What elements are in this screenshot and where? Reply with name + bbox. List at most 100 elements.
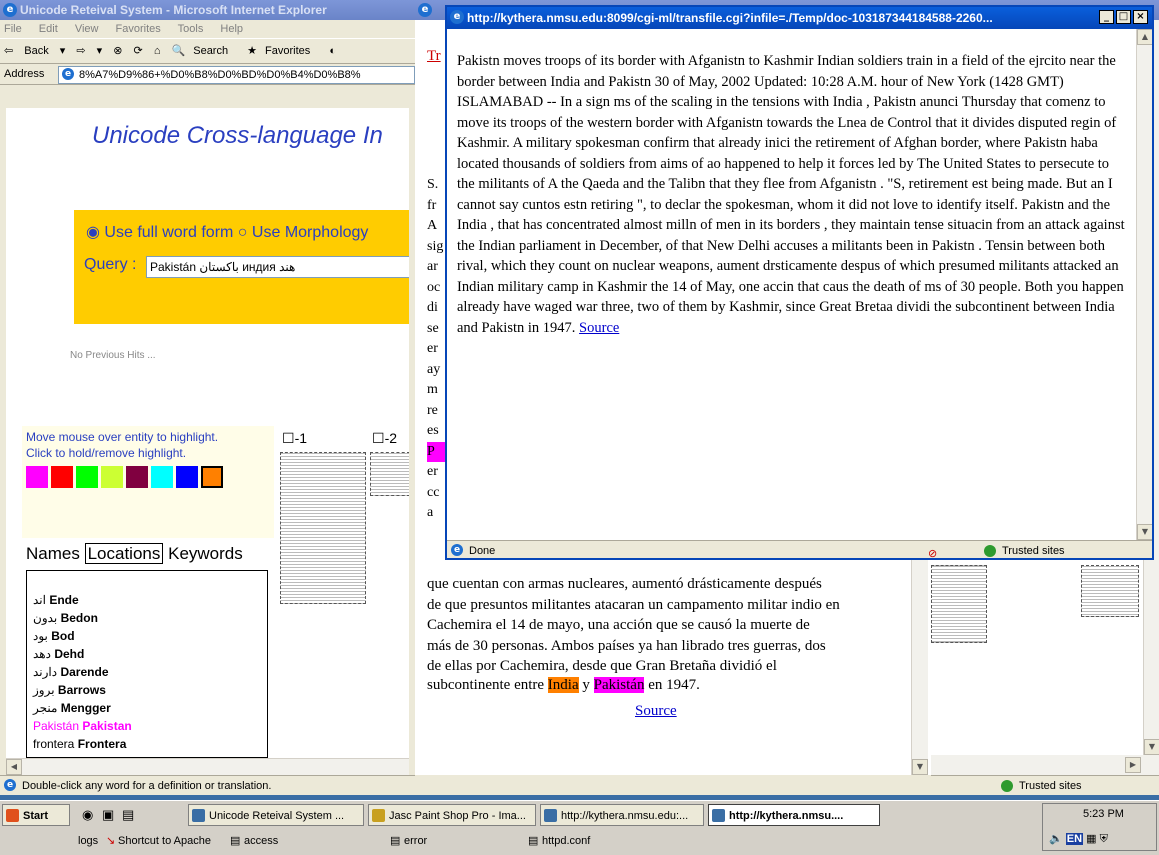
popup-scroll-down-arrow[interactable]: ▼ <box>1137 524 1152 540</box>
menu-edit[interactable]: Edit <box>39 23 58 35</box>
tab-names[interactable]: Names <box>26 544 80 563</box>
menu-file[interactable]: File <box>4 23 22 35</box>
quicklaunch-folder-icon[interactable]: ▤ <box>122 807 134 823</box>
toolbar-logs[interactable]: logs <box>78 831 98 851</box>
entity-item[interactable]: frontera Frontera <box>33 735 267 753</box>
menu-tools[interactable]: Tools <box>178 23 204 35</box>
entity-item[interactable]: بروز Barrows <box>33 681 267 699</box>
right-thumbnail-1[interactable] <box>931 565 987 643</box>
right-scroll-right-arrow[interactable]: ▶ <box>1125 757 1141 773</box>
popup-titlebar[interactable]: e http://kythera.nmsu.edu:8099/cgi-ml/tr… <box>447 7 1152 29</box>
taskbar-btn-paintshop[interactable]: Jasc Paint Shop Pro - Ima... <box>368 804 536 826</box>
doc-2-thumbnail[interactable] <box>370 452 409 496</box>
menu-bar: File Edit View Favorites Tools Help <box>0 20 415 38</box>
entity-item[interactable]: بدون Bedon <box>33 609 267 627</box>
entity-native: دارند <box>33 665 58 679</box>
entity-item[interactable]: دارند Darende <box>33 663 267 681</box>
taskbar-btn-kythera-1[interactable]: http://kythera.nmsu.edu:... <box>540 804 704 826</box>
page-icon: e <box>62 68 74 80</box>
color-swatch[interactable] <box>101 466 123 488</box>
doc-1-thumbnail[interactable] <box>280 452 366 604</box>
tab-keywords[interactable]: Keywords <box>168 544 243 563</box>
right-thumbnail-2[interactable] <box>1081 565 1139 617</box>
color-swatch[interactable] <box>76 466 98 488</box>
network-icon[interactable]: ▦ <box>1086 833 1096 845</box>
quicklaunch-ie-icon[interactable]: ◉ <box>82 807 93 823</box>
color-swatch[interactable] <box>126 466 148 488</box>
toolbar-apache-shortcut[interactable]: Shortcut to Apache <box>118 831 211 851</box>
maximize-button[interactable]: □ <box>1116 10 1131 24</box>
taskbar: Start ◉ ▣ ▤ Unicode Reteival System ... … <box>0 800 1159 855</box>
popup-source-link[interactable]: Source <box>579 320 619 336</box>
language-indicator[interactable]: EN <box>1065 833 1084 845</box>
color-swatch[interactable] <box>26 466 48 488</box>
toolbar-access[interactable]: access <box>244 831 278 851</box>
color-swatch[interactable] <box>151 466 173 488</box>
highlight-help-1: Move mouse over entity to highlight. <box>26 430 219 444</box>
stop-icon[interactable]: ⊗ <box>113 45 122 57</box>
radio-full-word[interactable]: ◉ <box>86 224 100 241</box>
close-button[interactable]: × <box>1133 10 1148 24</box>
standard-toolbar: ⇦ Back ▾ ⇨ ▾ ⊗ ⟳ ⌂ 🔍 Search ★ Favorites ◐ <box>0 38 415 64</box>
toolbar-httpd-conf[interactable]: httpd.conf <box>542 831 590 851</box>
media-icon[interactable]: ◐ <box>329 45 336 57</box>
entity-item[interactable]: اند Ende <box>33 591 267 609</box>
forward-button[interactable]: ⇨ ▾ <box>76 45 102 57</box>
scroll-left-arrow[interactable]: ◀ <box>6 759 22 775</box>
entity-pakistan-highlight[interactable]: Pakistán <box>593 677 645 693</box>
popup-vscrollbar[interactable]: ▲ ▼ <box>1136 29 1152 540</box>
popup-content: Pakistn moves troops of its border with … <box>447 29 1136 540</box>
color-swatch[interactable] <box>201 466 223 488</box>
tab-locations[interactable]: Locations <box>84 543 164 564</box>
menu-favorites[interactable]: Favorites <box>116 23 161 35</box>
translate-link[interactable]: Tr <box>427 48 441 65</box>
taskbar-btn-unicode[interactable]: Unicode Reteival System ... <box>188 804 364 826</box>
taskbar-btn-kythera-2[interactable]: http://kythera.nmsu.... <box>708 804 880 826</box>
main-page-content: Unicode Cross-language In ◉ Use full wor… <box>6 108 409 758</box>
popup-status-zone: Trusted sites <box>1002 545 1065 557</box>
search-button[interactable]: 🔍 Search <box>172 45 237 57</box>
refresh-icon[interactable]: ⟳ <box>134 45 143 57</box>
entity-item[interactable]: Pakistán Pakistan <box>33 717 267 735</box>
right-scroll-down-arrow[interactable]: ▼ <box>1144 739 1159 755</box>
ie-icon <box>544 809 557 822</box>
doc-2-checkbox[interactable]: ☐-2 <box>372 430 397 447</box>
back-button[interactable]: ⇦ Back ▾ <box>4 45 65 57</box>
quicklaunch-desktop-icon[interactable]: ▣ <box>102 807 114 823</box>
taskbar-btn-label: Jasc Paint Shop Pro - Ima... <box>389 810 526 822</box>
shield-icon[interactable]: ⛨ <box>1100 833 1108 845</box>
favorites-button[interactable]: ★ Favorites <box>247 45 318 57</box>
main-hscrollbar[interactable]: ◀ <box>6 758 409 775</box>
popup-status-done: Done <box>469 545 496 557</box>
no-previous-hits: No Previous Hits ... <box>70 350 156 361</box>
minimize-button[interactable]: _ <box>1099 10 1114 24</box>
query-input[interactable]: Pakistán باكستان индия هند <box>146 256 409 278</box>
right-hscrollbar[interactable]: ▶ <box>931 755 1159 775</box>
menu-help[interactable]: Help <box>220 23 243 35</box>
popup-window: e http://kythera.nmsu.edu:8099/cgi-ml/tr… <box>445 5 1154 560</box>
radio-morphology[interactable]: ○ <box>238 224 248 241</box>
start-button[interactable]: Start <box>2 804 70 826</box>
article-source-link[interactable]: Source <box>635 703 677 720</box>
entity-india-highlight[interactable]: India <box>547 677 579 693</box>
address-value: 8%A7%D9%86+%D0%B8%D0%BD%D0%B4%D0%B8% <box>79 69 361 81</box>
toolbar-error[interactable]: error <box>404 831 427 851</box>
entity-item[interactable]: منجر Mengger <box>33 699 267 717</box>
color-swatch[interactable] <box>51 466 73 488</box>
doc-2-label: -2 <box>384 430 398 446</box>
spanish-last-line: subcontinente entre India y Pakistán en … <box>427 677 700 694</box>
menu-view[interactable]: View <box>75 23 99 35</box>
main-window-titlebar[interactable]: e Unicode Reteival System - Microsoft In… <box>0 0 415 20</box>
entity-item[interactable]: بود Bod <box>33 627 267 645</box>
color-swatch[interactable] <box>176 466 198 488</box>
home-icon[interactable]: ⌂ <box>154 45 161 57</box>
popup-scroll-up-arrow[interactable]: ▲ <box>1137 29 1152 45</box>
clock[interactable]: 5:23 PM <box>1083 808 1124 820</box>
entity-native: دهد <box>33 647 51 661</box>
volume-icon[interactable]: 🔈 <box>1049 833 1063 845</box>
address-input[interactable]: e 8%A7%D9%86+%D0%B8%D0%BD%D0%B4%D0%B8% <box>58 66 415 84</box>
entity-native: بدون <box>33 611 58 625</box>
entity-item[interactable]: دهد Dehd <box>33 645 267 663</box>
doc-1-checkbox[interactable]: ☐-1 <box>282 430 307 447</box>
scroll-down-arrow[interactable]: ▼ <box>912 759 928 775</box>
